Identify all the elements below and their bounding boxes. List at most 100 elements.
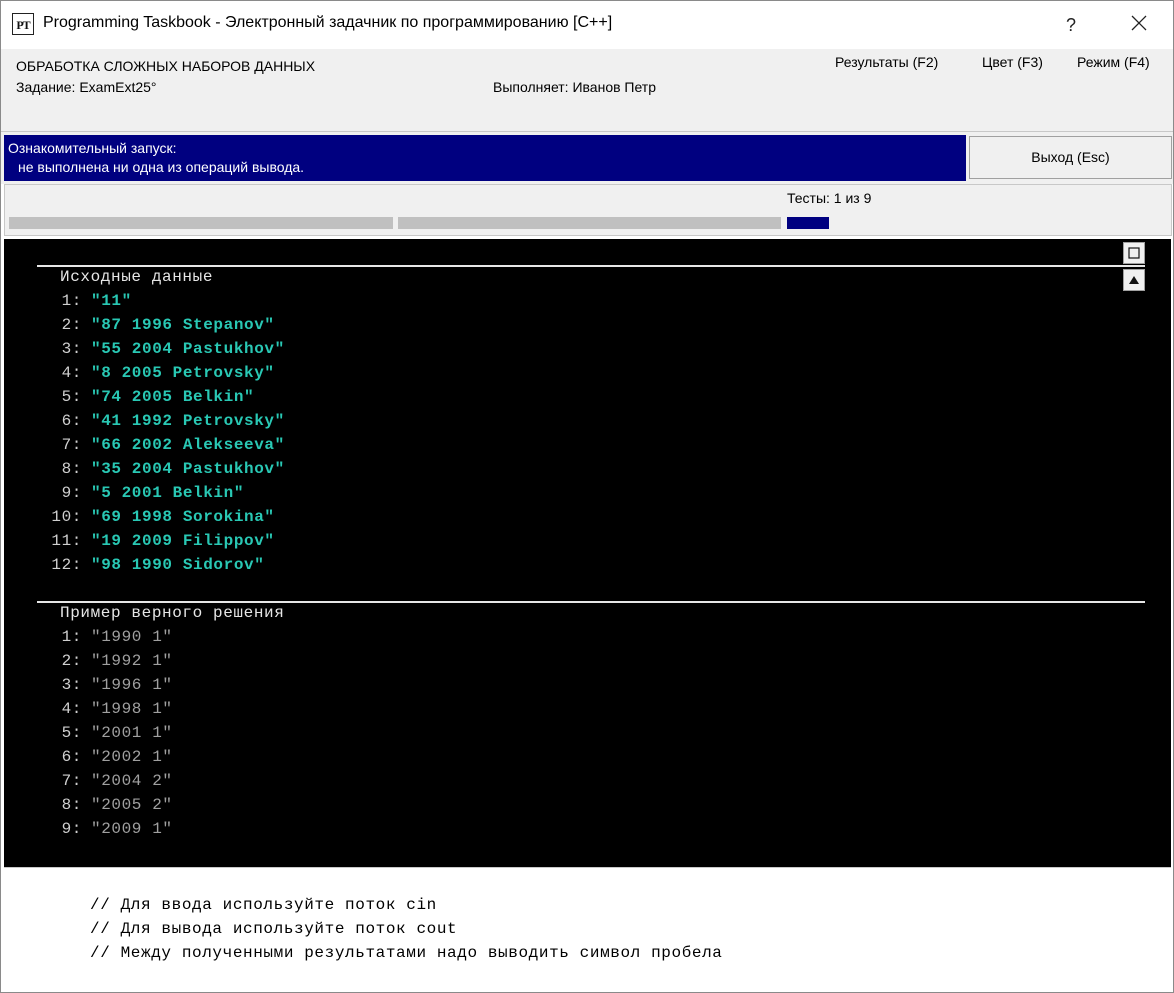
input-row: 8: "35 2004 Pastukhov" <box>32 457 285 481</box>
row-value: "35 2004 Pastukhov" <box>91 460 285 478</box>
example-row: 6: "2002 1" <box>32 745 173 769</box>
row-value: "2009 1" <box>91 820 173 838</box>
row-number: 8: <box>61 796 82 814</box>
example-section-title: Пример верного решения <box>60 604 285 622</box>
example-row: 3: "1996 1" <box>32 673 173 697</box>
row-number: 7: <box>61 436 82 454</box>
maximize-icon <box>1128 247 1140 259</box>
row-value: "2004 2" <box>91 772 173 790</box>
tests-panel: Тесты: 1 из 9 <box>4 184 1172 236</box>
comment-line: // Для ввода используйте поток cin <box>90 896 437 914</box>
row-value: "87 1996 Stepanov" <box>91 316 275 334</box>
maximize-button[interactable] <box>1123 242 1145 264</box>
task-label: Задание: ExamExt25° <box>16 79 157 95</box>
section-divider <box>37 265 1145 267</box>
row-number: 6: <box>61 412 82 430</box>
input-row: 11: "19 2009 Filippov" <box>32 529 275 553</box>
color-menu-item[interactable]: Цвет (F3) <box>982 54 1043 70</box>
example-row: 7: "2004 2" <box>32 769 173 793</box>
code-comments-panel: // Для ввода используйте поток cin // Дл… <box>4 867 1171 992</box>
output-console[interactable]: Исходные данные 1: "11" 2: "87 1996 Stepano… <box>4 239 1171 867</box>
tests-counter: Тесты: 1 из 9 <box>787 190 872 206</box>
row-value: "1998 1" <box>91 700 173 718</box>
current-test-indicator <box>787 217 829 229</box>
test-progress-segment <box>9 217 393 229</box>
row-value: "8 2005 Petrovsky" <box>91 364 275 382</box>
task-header: ОБРАБОТКА СЛОЖНЫХ НАБОРОВ ДАННЫХ Задание… <box>1 49 1173 132</box>
row-number: 11: <box>51 532 82 550</box>
row-value: "74 2005 Belkin" <box>91 388 255 406</box>
row-value: "11" <box>91 292 132 310</box>
triangle-up-icon <box>1129 276 1139 284</box>
row-value: "55 2004 Pastukhov" <box>91 340 285 358</box>
input-row: 4: "8 2005 Petrovsky" <box>32 361 275 385</box>
row-number: 12: <box>51 556 82 574</box>
exit-button[interactable]: Выход (Esc) <box>969 136 1172 179</box>
input-row: 6: "41 1992 Petrovsky" <box>32 409 285 433</box>
row-value: "5 2001 Belkin" <box>91 484 245 502</box>
example-row: 5: "2001 1" <box>32 721 173 745</box>
mode-menu-item[interactable]: Режим (F4) <box>1077 54 1150 70</box>
status-line-1: Ознакомительный запуск: <box>8 140 177 156</box>
app-logo-icon: PT <box>12 13 34 35</box>
close-icon <box>1131 15 1147 31</box>
input-row: 7: "66 2002 Alekseeva" <box>32 433 285 457</box>
row-value: "2002 1" <box>91 748 173 766</box>
example-row: 1: "1990 1" <box>32 625 173 649</box>
row-number: 2: <box>61 316 82 334</box>
comment-line: // Для вывода используйте поток cout <box>90 920 458 938</box>
row-value: "1990 1" <box>91 628 173 646</box>
input-row: 2: "87 1996 Stepanov" <box>32 313 275 337</box>
row-number: 5: <box>61 724 82 742</box>
row-number: 1: <box>61 628 82 646</box>
input-row: 9: "5 2001 Belkin" <box>32 481 244 505</box>
row-number: 8: <box>61 460 82 478</box>
test-progress-segment <box>398 217 781 229</box>
section-divider <box>37 601 1145 603</box>
row-value: "2001 1" <box>91 724 173 742</box>
row-number: 5: <box>61 388 82 406</box>
executor-label: Выполняет: Иванов Петр <box>493 79 657 95</box>
row-number: 4: <box>61 364 82 382</box>
window-title: Programming Taskbook - Электронный задач… <box>43 14 613 31</box>
section-title: ОБРАБОТКА СЛОЖНЫХ НАБОРОВ ДАННЫХ <box>16 58 316 74</box>
input-row: 1: "11" <box>32 289 132 313</box>
row-number: 2: <box>61 652 82 670</box>
row-number: 4: <box>61 700 82 718</box>
row-value: "66 2002 Alekseeva" <box>91 436 285 454</box>
row-number: 3: <box>61 676 82 694</box>
row-number: 6: <box>61 748 82 766</box>
row-number: 9: <box>61 820 82 838</box>
row-number: 7: <box>61 772 82 790</box>
status-line-2: не выполнена ни одна из операций вывода. <box>18 159 305 175</box>
input-row: 10: "69 1998 Sorokina" <box>32 505 275 529</box>
close-button[interactable] <box>1116 9 1162 41</box>
row-value: "1996 1" <box>91 676 173 694</box>
row-number: 1: <box>61 292 82 310</box>
input-row: 12: "98 1990 Sidorov" <box>32 553 264 577</box>
row-value: "19 2009 Filippov" <box>91 532 275 550</box>
row-value: "41 1992 Petrovsky" <box>91 412 285 430</box>
comment-line: // Между полученными результатами надо в… <box>90 944 723 962</box>
input-row: 5: "74 2005 Belkin" <box>32 385 254 409</box>
status-row: Ознакомительный запуск: не выполнена ни … <box>1 132 1173 184</box>
example-row: 8: "2005 2" <box>32 793 173 817</box>
row-value: "98 1990 Sidorov" <box>91 556 265 574</box>
example-row: 4: "1998 1" <box>32 697 173 721</box>
row-value: "69 1998 Sorokina" <box>91 508 275 526</box>
example-row: 2: "1992 1" <box>32 649 173 673</box>
input-row: 3: "55 2004 Pastukhov" <box>32 337 285 361</box>
row-value: "2005 2" <box>91 796 173 814</box>
row-number: 9: <box>61 484 82 502</box>
results-menu-item[interactable]: Результаты (F2) <box>835 54 938 70</box>
app-window: PT Programming Taskbook - Электронный за… <box>0 0 1174 993</box>
scroll-up-button[interactable] <box>1123 269 1145 291</box>
title-bar: PT Programming Taskbook - Электронный за… <box>1 1 1173 49</box>
example-row: 9: "2009 1" <box>32 817 173 841</box>
help-button[interactable]: ? <box>1053 9 1089 41</box>
input-section-title: Исходные данные <box>60 268 214 286</box>
status-message: Ознакомительный запуск: не выполнена ни … <box>4 135 966 181</box>
row-value: "1992 1" <box>91 652 173 670</box>
row-number: 10: <box>51 508 82 526</box>
row-number: 3: <box>61 340 82 358</box>
